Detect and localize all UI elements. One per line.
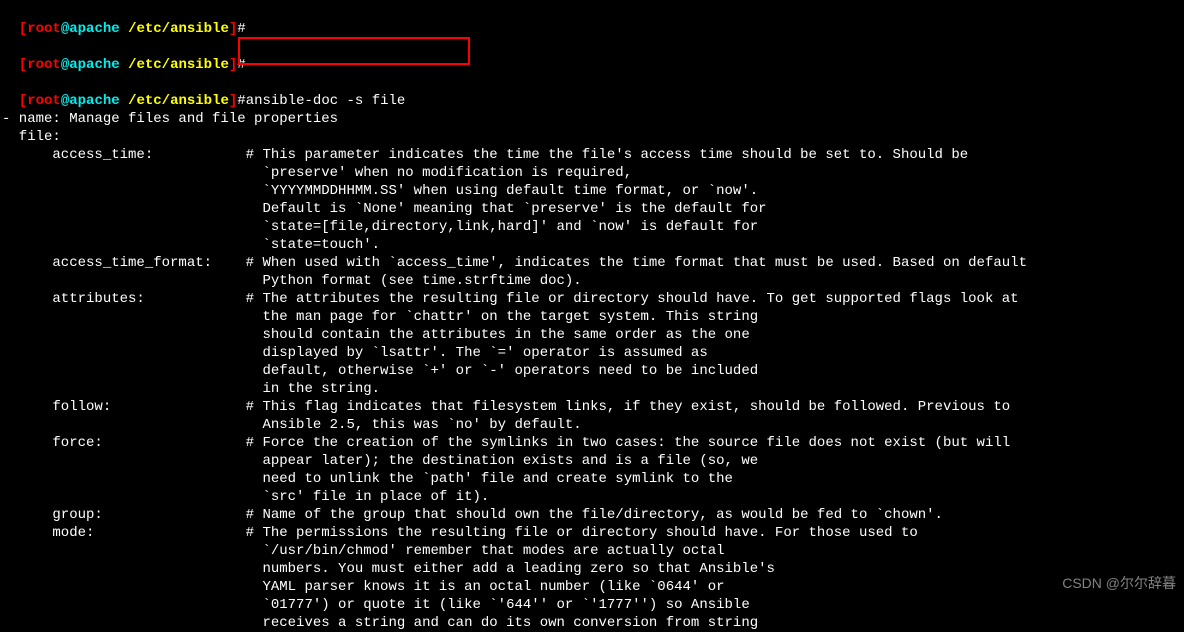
doc-line: attributes: # The attributes the resulti… [2,290,1182,308]
doc-line: Default is `None' meaning that `preserve… [2,200,1182,218]
doc-line: force: # Force the creation of the symli… [2,434,1182,452]
doc-line: access_time: # This parameter indicates … [2,146,1182,164]
prompt-hash: # [237,57,245,73]
shell-prompt-line[interactable]: [root@apache /etc/ansible]# [2,38,1182,74]
doc-line: should contain the attributes in the sam… [2,326,1182,344]
prompt-hash: # [237,21,245,37]
prompt-hash: # [237,93,245,109]
prompt-user: root [27,57,61,73]
doc-line: follow: # This flag indicates that files… [2,398,1182,416]
shell-prompt-line[interactable]: [root@apache /etc/ansible]# [2,2,1182,38]
prompt-user: root [27,21,61,37]
prompt-sp [120,21,128,37]
prompt-at: @ [61,57,69,73]
prompt-at: @ [61,93,69,109]
prompt-sp [120,57,128,73]
doc-line: YAML parser knows it is an octal number … [2,578,1182,596]
doc-line: `state=touch'. [2,236,1182,254]
doc-line: appear later); the destination exists an… [2,452,1182,470]
doc-line: `/usr/bin/chmod' remember that modes are… [2,542,1182,560]
prompt-bracket-open: [ [19,93,27,109]
prompt-path: /etc/ansible [128,21,229,37]
doc-line: `YYYYMMDDHHMM.SS' when using default tim… [2,182,1182,200]
prompt-bracket-open: [ [19,21,27,37]
doc-line: receives a string and can do its own con… [2,614,1182,632]
shell-prompt-line[interactable]: [root@apache /etc/ansible]#ansible-doc -… [2,74,1182,110]
watermark-text: CSDN @尔尔辞暮 [1062,574,1176,592]
prompt-path: /etc/ansible [128,57,229,73]
doc-line: `preserve' when no modification is requi… [2,164,1182,182]
doc-line: access_time_format: # When used with `ac… [2,254,1182,272]
doc-line: `src' file in place of it). [2,488,1182,506]
prompt-path: /etc/ansible [128,93,229,109]
prompt-user: root [27,93,61,109]
doc-line: the man page for `chattr' on the target … [2,308,1182,326]
doc-line: in the string. [2,380,1182,398]
doc-line: Ansible 2.5, this was `no' by default. [2,416,1182,434]
prompt-at: @ [61,21,69,37]
doc-line: numbers. You must either add a leading z… [2,560,1182,578]
doc-line: - name: Manage files and file properties [2,110,1182,128]
doc-line: need to unlink the `path' file and creat… [2,470,1182,488]
prompt-host: apache [69,21,119,37]
prompt-command: ansible-doc -s file [246,93,406,109]
doc-line: group: # Name of the group that should o… [2,506,1182,524]
doc-line: `01777') or quote it (like `'644'' or `'… [2,596,1182,614]
ansible-doc-output: - name: Manage files and file properties… [2,110,1182,632]
doc-line: default, otherwise `+' or `-' operators … [2,362,1182,380]
prompt-host: apache [69,57,119,73]
prompt-bracket-open: [ [19,57,27,73]
prompt-sp [120,93,128,109]
doc-line: Python format (see time.strftime doc). [2,272,1182,290]
doc-line: displayed by `lsattr'. The `=' operator … [2,344,1182,362]
doc-line: mode: # The permissions the resulting fi… [2,524,1182,542]
doc-line: `state=[file,directory,link,hard]' and `… [2,218,1182,236]
prompt-host: apache [69,93,119,109]
doc-line: file: [2,128,1182,146]
